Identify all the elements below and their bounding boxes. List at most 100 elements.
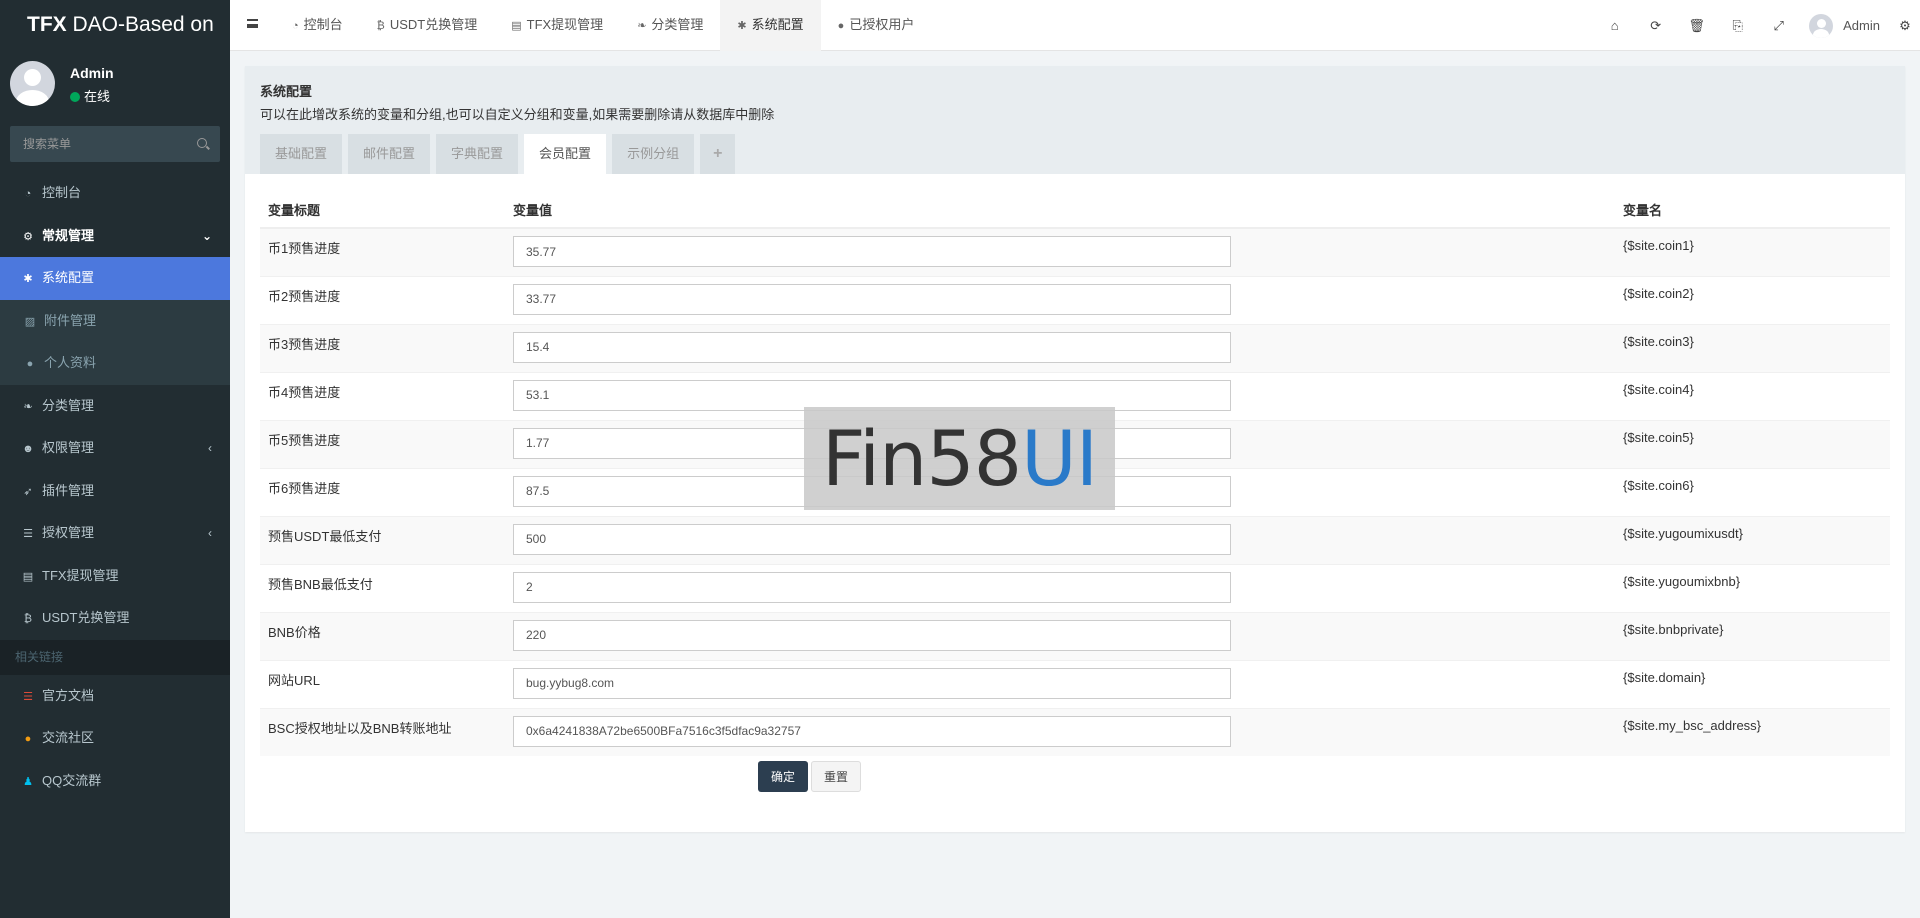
sidebar-item-plugins[interactable]: ➶ 插件管理 [0,470,230,513]
value-input[interactable] [513,283,1231,315]
sidebar-item-attachments[interactable]: ▨ 附件管理 [0,299,230,342]
user-panel: Admin 在线 [0,50,230,120]
table-row: 网站URL {$site.domain} [260,659,1890,708]
value-input[interactable] [513,236,1231,267]
tab-authorized-users[interactable]: ● 已授权用户 [821,0,932,51]
submit-button[interactable]: 确定 [758,761,808,792]
table-row: 币3预售进度 {$site.coin3} [260,323,1890,372]
row-title: 币2预售进度 [260,275,505,324]
tab-example-group[interactable]: 示例分组 [612,134,695,174]
comment-icon: ● [24,733,32,745]
sidebar-item-profile[interactable]: ● 个人资料 [0,342,230,385]
sidebar-item-tfx-withdraw[interactable]: ▤ TFX提现管理 [0,555,230,598]
row-title: BSC授权地址以及BNB转账地址 [260,707,505,756]
user-icon: ● [837,20,845,32]
language-icon[interactable]: ⎘ [1717,18,1758,34]
top-navbar: ◔ 控制台 ₿ USDT兑换管理 ▤ TFX提现管理 ❧ 分类管理 ✱ 系统配置 ● 已授权… [230,0,1920,51]
app-logo[interactable]: TFX DAO-Based on [0,0,230,50]
tab-email-config[interactable]: 邮件配置 [348,134,431,174]
row-title: 预售USDT最低支付 [260,515,505,564]
row-title: 币6预售进度 [260,467,505,516]
row-variable-name: {$site.domain} [1615,659,1890,708]
menu-search-input[interactable] [10,126,185,162]
sidebar-item-permissions[interactable]: ☻ 权限管理 ‹ [0,427,230,470]
table-row: 预售BNB最低支付 {$site.yugoumixbnb} [260,563,1890,612]
search-icon[interactable] [197,138,207,148]
dashboard-icon: ◔ [292,20,299,32]
row-title: BNB价格 [260,611,505,660]
value-input[interactable] [513,619,1231,651]
column-header-title: 变量标题 [260,191,505,229]
table-row: BNB价格 {$site.bnbprivate} [260,611,1890,660]
bitcoin-icon: ₿ [23,613,33,625]
sidebar-link-qq[interactable]: ♟ QQ交流群 [0,760,230,803]
page-title: 系统配置 [260,84,313,99]
row-variable-name: {$site.coin5} [1615,419,1890,468]
table-header-row: 变量标题 变量值 变量名 [260,191,1890,229]
sidebar-item-system-config[interactable]: ✱ 系统配置 [0,257,230,300]
sidebar-item-general[interactable]: ⚙ 常规管理 ⌄ [0,215,230,258]
list-icon: ☰ [23,528,33,540]
cogs-icon[interactable]: ⚙ [1890,18,1920,34]
user-menu[interactable]: Admin [1799,13,1890,38]
sidebar-item-authorization[interactable]: ☰ 授权管理 ‹ [0,512,230,555]
home-icon[interactable]: ⌂ [1594,18,1635,33]
column-header-name: 变量名 [1615,191,1890,229]
sidebar-item-usdt-exchange[interactable]: ₿ USDT兑换管理 [0,597,230,640]
gear-icon: ✱ [737,20,747,32]
row-title: 币3预售进度 [260,323,505,372]
panel-heading: 系统配置 可以在此增改系统的变量和分组,也可以自定义分组和变量,如果需要删除请从… [245,66,1905,174]
add-tab-button[interactable]: + [700,134,736,174]
row-variable-name: {$site.bnbprivate} [1615,611,1890,660]
avatar [10,61,55,106]
image-icon: ▨ [24,315,36,328]
table-row: 币2预售进度 {$site.coin2} [260,275,1890,324]
sidebar-link-docs[interactable]: ☰ 官方文档 [0,675,230,718]
sidebar-link-community[interactable]: ● 交流社区 [0,717,230,760]
tab-usdt-exchange[interactable]: ₿ USDT兑换管理 [360,0,495,51]
table-row: 币1预售进度 {$site.coin1} [260,227,1890,276]
config-tabs: 基础配置 邮件配置 字典配置 会员配置 示例分组 + [260,134,741,174]
value-input[interactable] [513,571,1231,603]
user-icon: ● [26,358,34,370]
avatar [1809,13,1834,38]
value-input[interactable] [513,379,1231,411]
online-dot-icon [70,92,80,102]
row-variable-name: {$site.yugoumixbnb} [1615,563,1890,612]
row-title: 预售BNB最低支付 [260,563,505,612]
value-input[interactable] [513,331,1231,363]
tab-dashboard[interactable]: ◔ 控制台 [275,0,360,51]
list-icon: ☰ [23,690,33,703]
reset-button[interactable]: 重置 [811,761,861,792]
fullscreen-icon[interactable]: ⤢ [1758,18,1799,34]
menu-toggle-icon[interactable] [247,19,258,28]
row-title: 币1预售进度 [260,227,505,276]
tab-system-config[interactable]: ✱ 系统配置 [720,0,821,51]
row-variable-name: {$site.my_bsc_address} [1615,707,1890,756]
sidebar: TFX DAO-Based on Admin 在线 ◔控制台 ⚙常规管理⌄ ✱系… [0,0,230,918]
user-status: 在线 [70,86,110,105]
tab-category[interactable]: ❧ 分类管理 [620,0,720,51]
value-input[interactable] [513,667,1231,699]
nav-tabs: ◔ 控制台 ₿ USDT兑换管理 ▤ TFX提现管理 ❧ 分类管理 ✱ 系统配置 ● 已授权… [275,0,931,51]
watermark-logo: Fin58UI [804,407,1115,510]
dashboard-icon: ◔ [24,188,32,200]
tab-dictionary-config[interactable]: 字典配置 [436,134,519,174]
sidebar-item-dashboard[interactable]: ◔ 控制台 [0,172,230,215]
sidebar-item-category[interactable]: ❧ 分类管理 [0,385,230,428]
value-input[interactable] [513,715,1231,747]
sidebar-menu: ◔ 控制台 ⚙ 常规管理 ⌄ ✱ 系统配置 ▨ 附件管理 ● 个人资料 ❧ 分类管理 ☻ 权限管… [0,172,230,802]
sidebar-section-header: 相关链接 [0,639,230,675]
row-variable-name: {$site.yugoumixusdt} [1615,515,1890,564]
bitcoin-icon: ₿ [376,20,385,32]
row-title: 币4预售进度 [260,371,505,420]
tab-tfx-withdraw[interactable]: ▤ TFX提现管理 [494,0,620,51]
value-input[interactable] [513,523,1231,555]
leaf-icon: ❧ [637,20,647,32]
chevron-left-icon: ‹ [208,526,212,540]
row-variable-name: {$site.coin3} [1615,323,1890,372]
trash-icon[interactable]: 🗑 [1676,18,1717,34]
tab-member-config[interactable]: 会员配置 [524,134,607,174]
refresh-icon[interactable]: ⟳ [1635,18,1676,34]
tab-basic-config[interactable]: 基础配置 [260,134,343,174]
